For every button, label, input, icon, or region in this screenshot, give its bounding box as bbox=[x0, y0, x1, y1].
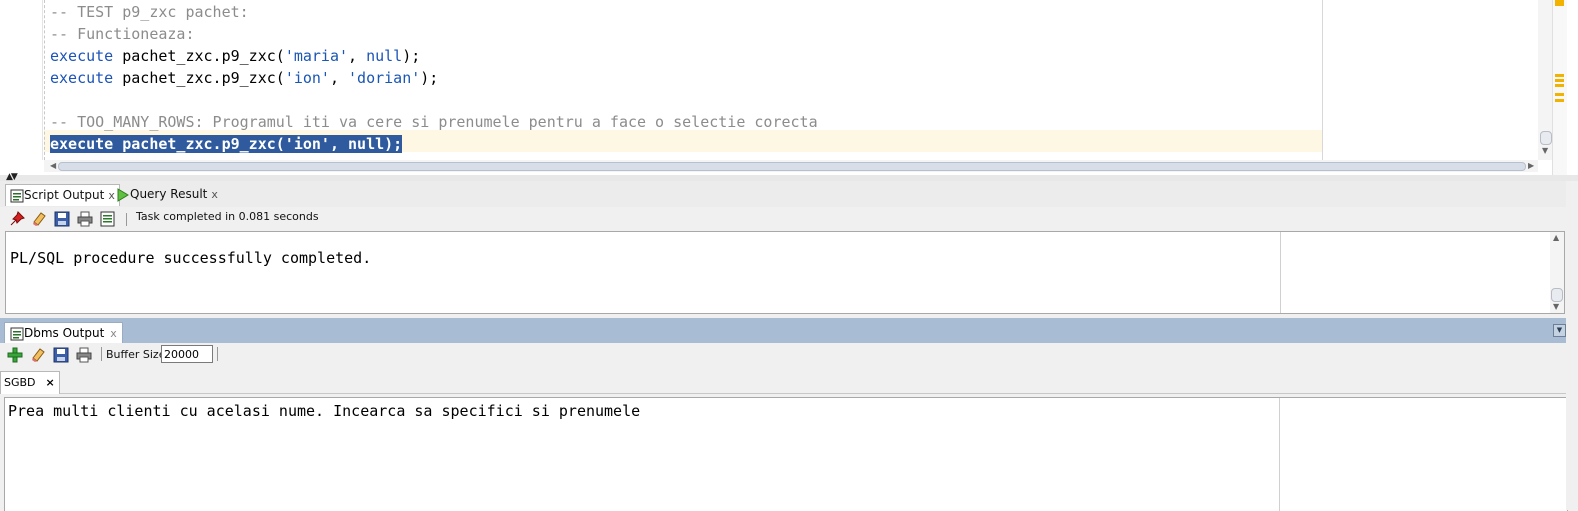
fold-guide bbox=[44, 0, 45, 160]
code-line-text: execute pachet_zxc.p9_zxc('maria', null)… bbox=[50, 47, 420, 65]
comment-token: -- TEST p9_zxc pachet: bbox=[50, 3, 249, 21]
script-output-scrollbar[interactable]: ▲ ▼ bbox=[1550, 232, 1564, 313]
close-icon[interactable]: × bbox=[46, 376, 55, 389]
selected-text: execute pachet_zxc.p9_zxc('ion', null); bbox=[50, 135, 403, 153]
save-icon[interactable] bbox=[54, 211, 70, 227]
keyword-token: null bbox=[348, 135, 385, 153]
script-output-icon bbox=[10, 189, 24, 202]
save-icon[interactable] bbox=[53, 347, 69, 363]
toolbar-separator bbox=[126, 213, 127, 226]
scroll-up-arrow-icon[interactable]: ▲ bbox=[1553, 233, 1559, 242]
keyword-token: null bbox=[366, 47, 403, 65]
toolbar-separator bbox=[101, 347, 102, 361]
connection-tabbar bbox=[0, 368, 1578, 394]
right-edge-strip bbox=[1566, 181, 1578, 510]
dbms-output-area[interactable]: Prea multi clienti cu acelasi nume. Ince… bbox=[4, 397, 1568, 511]
editor-vertical-scroll-thumb[interactable] bbox=[1540, 131, 1552, 145]
code-token: ); bbox=[402, 47, 421, 65]
code-token: , bbox=[329, 69, 349, 87]
print-icon[interactable] bbox=[77, 211, 93, 227]
script-output-text: PL/SQL procedure successfully completed. bbox=[10, 249, 372, 267]
code-line[interactable] bbox=[50, 89, 1320, 111]
tab-label: Dbms Output bbox=[24, 326, 105, 340]
comment-token: -- TOO_MANY_ROWS: Programul iti va cere … bbox=[50, 113, 818, 131]
pin-icon[interactable] bbox=[9, 211, 25, 227]
code-token: ); bbox=[384, 135, 403, 153]
overview-mark[interactable] bbox=[1555, 0, 1564, 6]
code-line[interactable]: execute pachet_zxc.p9_zxc('ion', 'dorian… bbox=[50, 67, 1320, 89]
right-margin-line bbox=[1322, 0, 1323, 160]
editor-horizontal-scroll-thumb[interactable] bbox=[58, 162, 1526, 171]
script-output-area[interactable]: PL/SQL procedure successfully completed.… bbox=[5, 231, 1565, 314]
overview-mark[interactable] bbox=[1555, 99, 1564, 102]
print-icon[interactable] bbox=[76, 347, 92, 363]
code-line[interactable]: -- Functioneaza: bbox=[50, 23, 1320, 45]
tab-script-output[interactable]: Script Output x bbox=[5, 184, 120, 206]
minimize-panel-icon[interactable]: ▼ bbox=[1553, 324, 1566, 337]
eraser-icon[interactable] bbox=[31, 211, 47, 227]
keyword-token: execute bbox=[50, 135, 114, 153]
code-line-text: -- TOO_MANY_ROWS: Programul iti va cere … bbox=[50, 113, 818, 131]
dbms-output-text: Prea multi clienti cu acelasi nume. Ince… bbox=[8, 402, 641, 420]
scroll-right-arrow-icon[interactable]: ▶ bbox=[1528, 161, 1534, 170]
code-line-text: -- Functioneaza: bbox=[50, 25, 195, 43]
eraser-icon[interactable] bbox=[30, 347, 46, 363]
string-token: 'ion' bbox=[284, 69, 330, 87]
code-line[interactable]: -- TEST p9_zxc pachet: bbox=[50, 1, 1320, 23]
script-output-scroll-thumb[interactable] bbox=[1551, 288, 1563, 302]
close-icon[interactable]: x bbox=[110, 327, 117, 340]
code-area[interactable]: -- TEST p9_zxc pachet: -- Functioneaza: ex… bbox=[50, 1, 1320, 155]
script-output-tabbar: Script Output x Query Result x bbox=[0, 181, 1578, 208]
overview-mark[interactable] bbox=[1555, 74, 1564, 77]
code-token: pachet_zxc.p9_zxc( bbox=[113, 47, 285, 65]
add-connection-icon[interactable] bbox=[7, 347, 23, 363]
sql-editor[interactable]: -- TEST p9_zxc pachet: -- Functioneaza: ex… bbox=[0, 0, 1578, 176]
run-triangle-icon bbox=[117, 187, 129, 202]
dbms-output-icon bbox=[10, 327, 24, 340]
buffer-size-input[interactable] bbox=[161, 345, 213, 363]
code-line[interactable]: execute pachet_zxc.p9_zxc('ion', null); bbox=[50, 133, 1320, 155]
overview-mark[interactable] bbox=[1555, 79, 1564, 82]
string-token: 'maria' bbox=[284, 47, 349, 65]
dbms-output-header bbox=[0, 318, 1578, 343]
keyword-token: execute bbox=[50, 47, 114, 65]
code-token: pachet_zxc.p9_zxc('ion', bbox=[113, 135, 349, 153]
connection-tab-label: SGBD bbox=[4, 376, 36, 389]
code-token: ); bbox=[420, 69, 439, 87]
scroll-down-arrow-icon[interactable]: ▼ bbox=[1553, 302, 1559, 311]
tab-query-result[interactable]: Query Result x bbox=[112, 184, 222, 205]
code-line-text: -- TEST p9_zxc pachet: bbox=[50, 3, 249, 21]
tab-connection-sgbd[interactable]: SGBD × bbox=[0, 371, 60, 394]
tab-label: Query Result bbox=[130, 187, 208, 201]
tab-label: Script Output bbox=[24, 188, 105, 202]
code-token: , bbox=[348, 47, 367, 65]
code-line[interactable]: -- TOO_MANY_ROWS: Programul iti va cere … bbox=[50, 111, 1320, 133]
comment-token: -- Functioneaza: bbox=[50, 25, 195, 43]
string-token: 'dorian' bbox=[348, 69, 421, 87]
export-icon[interactable] bbox=[100, 211, 116, 227]
toolbar-separator bbox=[217, 347, 218, 361]
line-gutter bbox=[6, 0, 43, 160]
code-line-text: execute pachet_zxc.p9_zxc('ion', 'dorian… bbox=[50, 69, 438, 87]
overview-mark[interactable] bbox=[1555, 93, 1564, 96]
right-margin-line bbox=[1279, 398, 1280, 511]
scroll-down-arrow-icon[interactable]: ▼ bbox=[1542, 146, 1548, 155]
dbms-output-toolbar bbox=[0, 343, 1578, 368]
scroll-left-arrow-icon[interactable]: ◀ bbox=[50, 161, 56, 170]
tab-dbms-output[interactable]: Dbms Output x bbox=[4, 322, 123, 344]
buffer-size-label: Buffer Size: bbox=[106, 348, 170, 361]
overview-ruler[interactable] bbox=[1552, 0, 1567, 175]
close-icon[interactable]: x bbox=[211, 188, 218, 201]
right-margin-line bbox=[1280, 232, 1281, 313]
task-status-text: Task completed in 0.081 seconds bbox=[136, 210, 319, 223]
code-line[interactable]: execute pachet_zxc.p9_zxc('maria', null)… bbox=[50, 45, 1320, 67]
keyword-token: execute bbox=[50, 69, 114, 87]
overview-mark[interactable] bbox=[1555, 84, 1564, 87]
code-token: pachet_zxc.p9_zxc( bbox=[113, 69, 285, 87]
